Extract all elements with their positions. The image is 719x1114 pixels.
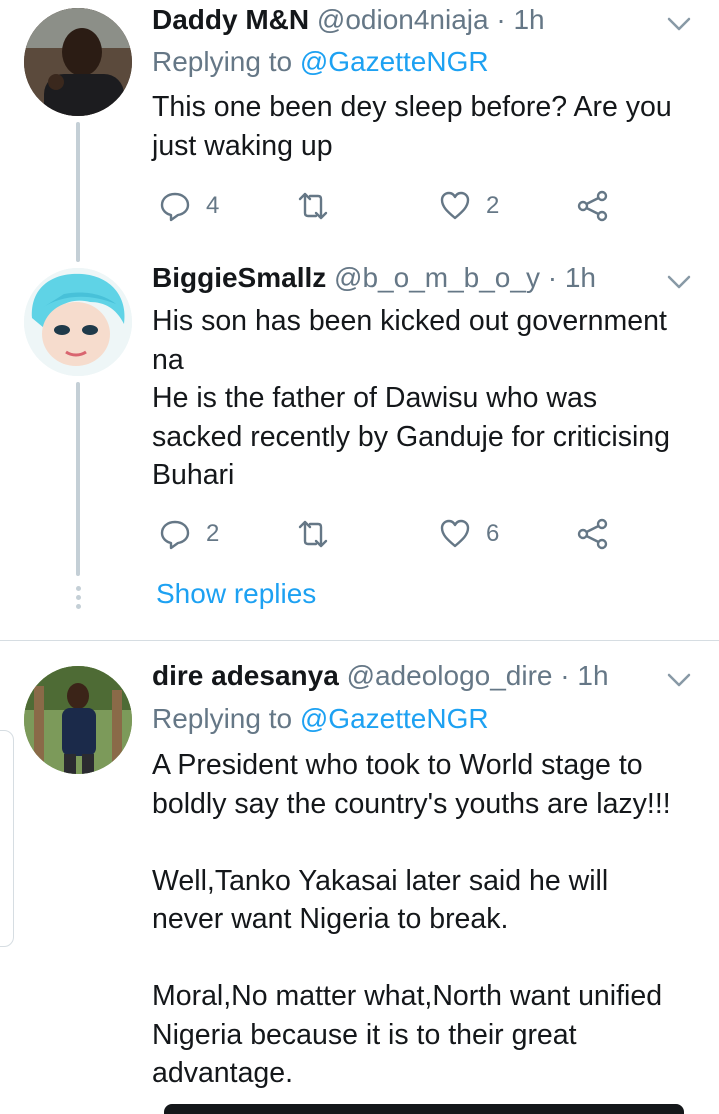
display-name[interactable]: dire adesanya: [152, 660, 339, 691]
replying-to-handle[interactable]: @GazetteNGR: [300, 703, 489, 734]
chevron-down-icon[interactable]: [665, 268, 693, 296]
side-panel-edge: [0, 730, 14, 947]
retweet-icon: [298, 192, 328, 220]
replying-to-handle[interactable]: @GazetteNGR: [300, 46, 489, 77]
user-handle[interactable]: @odion4niaja: [317, 4, 489, 35]
share-icon: [577, 190, 608, 222]
avatar[interactable]: [24, 8, 132, 116]
thread-line: [76, 382, 80, 576]
share-icon: [577, 518, 608, 550]
share-button[interactable]: [576, 186, 610, 226]
reply-count: 2: [206, 520, 220, 547]
user-handle[interactable]: @b_o_m_b_o_y: [334, 262, 540, 293]
like-count: 6: [486, 520, 500, 547]
display-name[interactable]: BiggieSmallz: [152, 262, 326, 293]
show-replies-link[interactable]: Show replies: [156, 578, 316, 610]
reply-button[interactable]: 4: [158, 186, 219, 226]
like-button[interactable]: 2: [438, 186, 499, 226]
tweet-text: A President who took to World stage to b…: [152, 749, 671, 1089]
reply-icon: [160, 192, 190, 222]
reply-icon: [160, 520, 190, 550]
replying-to-label: Replying to: [152, 46, 293, 77]
like-icon: [440, 191, 470, 220]
tweet-text: His son has been kicked out government n…: [152, 305, 670, 491]
replying-to: Replying to @GazetteNGR: [152, 703, 489, 735]
tweet-header: BiggieSmallz @b_o_m_b_o_y · 1h: [152, 262, 679, 302]
reply-count: 4: [206, 192, 220, 219]
like-icon: [440, 519, 470, 548]
thread-line: [76, 122, 80, 262]
like-count: 2: [486, 192, 500, 219]
display-name[interactable]: Daddy M&N: [152, 4, 309, 35]
reply-button[interactable]: 2: [158, 514, 219, 554]
replying-to: Replying to @GazetteNGR: [152, 46, 489, 78]
tweet-actions: 4 2: [152, 186, 632, 226]
avatar[interactable]: [24, 268, 132, 376]
like-button[interactable]: 6: [438, 514, 499, 554]
retweet-icon: [298, 520, 328, 548]
retweet-button[interactable]: [296, 186, 330, 226]
avatar[interactable]: [24, 666, 132, 774]
tweet-actions: 2 6: [152, 514, 632, 554]
timestamp: · 1h: [560, 660, 609, 691]
retweet-button[interactable]: [296, 514, 330, 554]
tweet-text: This one been dey sleep before? Are you …: [152, 91, 672, 162]
chevron-down-icon[interactable]: [665, 10, 693, 38]
thread-continuation-dots: [74, 586, 82, 613]
timestamp: · 1h: [496, 4, 545, 35]
replying-to-label: Replying to: [152, 703, 293, 734]
chevron-down-icon[interactable]: [665, 666, 693, 694]
divider: [0, 640, 719, 641]
share-button[interactable]: [576, 514, 610, 554]
tweet-header: dire adesanya @adeologo_dire · 1h: [152, 660, 679, 700]
user-handle[interactable]: @adeologo_dire: [347, 660, 553, 691]
tweet-header: Daddy M&N @odion4niaja · 1h: [152, 4, 679, 44]
bottom-sheet-edge: [164, 1104, 684, 1114]
timestamp: · 1h: [547, 262, 596, 293]
